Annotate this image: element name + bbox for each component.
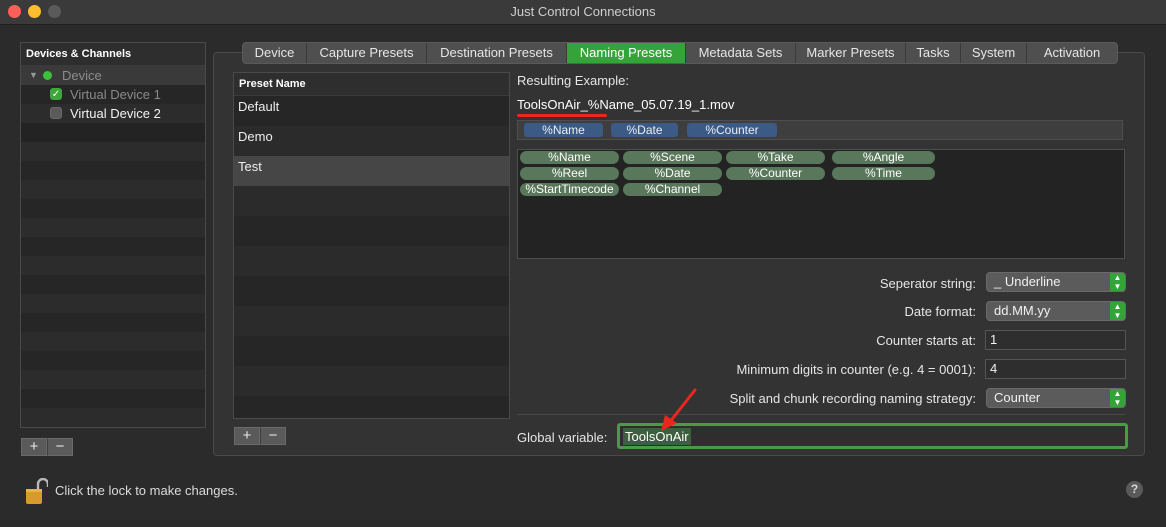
title-bar: Just Control Connections: [0, 0, 1166, 25]
token-angle[interactable]: %Angle: [832, 151, 935, 164]
token-channel[interactable]: %Channel: [623, 183, 722, 196]
tab-bar: Device Capture Presets Destination Prese…: [242, 42, 1118, 64]
separator-label: Seperator string:: [879, 276, 976, 291]
token-name[interactable]: %Name: [520, 151, 619, 164]
device-2-checkbox[interactable]: [50, 107, 62, 119]
global-variable-label: Global variable:: [517, 430, 608, 445]
token-counter[interactable]: %Counter: [687, 123, 777, 137]
token-start-timecode[interactable]: %StartTimecode: [520, 183, 619, 196]
preset-item-demo[interactable]: Demo: [234, 126, 509, 156]
device-add-remove: + −: [21, 438, 73, 456]
preset-name-header: Preset Name: [234, 73, 509, 96]
device-group-label: Device: [62, 68, 102, 83]
token-take[interactable]: %Take: [726, 151, 825, 164]
token-name[interactable]: %Name: [524, 123, 603, 137]
add-preset-button[interactable]: +: [234, 427, 260, 445]
split-strategy-label: Split and chunk recording naming strateg…: [729, 391, 976, 406]
chosen-tokens-field[interactable]: %Name %Date %Counter: [517, 120, 1123, 140]
disclosure-triangle-icon[interactable]: ▼: [29, 66, 38, 85]
tab-metadata-sets[interactable]: Metadata Sets: [686, 43, 796, 63]
device-group-row[interactable]: ▼ Device: [21, 66, 205, 85]
token-date[interactable]: %Date: [611, 123, 678, 137]
device-item-virtual-device-2[interactable]: Virtual Device 2: [21, 104, 205, 123]
tab-tasks[interactable]: Tasks: [906, 43, 961, 63]
tab-capture-presets[interactable]: Capture Presets: [307, 43, 427, 63]
separator-value: _ Underline: [994, 274, 1061, 289]
lock-message: Click the lock to make changes.: [55, 483, 238, 498]
devices-header: Devices & Channels: [21, 43, 205, 66]
preset-add-remove: + −: [234, 427, 286, 445]
split-strategy-select[interactable]: Counter ▲ ▼: [986, 388, 1126, 408]
counter-start-label: Counter starts at:: [876, 333, 976, 348]
token-counter[interactable]: %Counter: [726, 167, 825, 180]
preset-item-test[interactable]: Test: [234, 156, 509, 186]
preset-list: Preset Name Default Demo Test: [233, 72, 510, 419]
annotation-underline: [517, 114, 607, 117]
split-strategy-value: Counter: [994, 390, 1041, 405]
tab-activation[interactable]: Activation: [1027, 43, 1117, 63]
status-dot-icon: [43, 71, 52, 80]
device-item-label: Virtual Device 1: [70, 87, 161, 102]
separator-select[interactable]: _ Underline ▲ ▼: [986, 272, 1126, 292]
remove-device-button[interactable]: −: [47, 438, 73, 456]
date-format-label: Date format:: [904, 304, 976, 319]
select-stepper-icon: ▲ ▼: [1110, 302, 1125, 320]
divider: [517, 414, 1125, 415]
device-1-checkbox[interactable]: ✓: [50, 88, 62, 100]
resulting-example-label: Resulting Example:: [517, 73, 629, 88]
device-item-label: Virtual Device 2: [70, 106, 161, 121]
counter-start-field[interactable]: 1: [985, 330, 1126, 350]
select-stepper-icon: ▲ ▼: [1110, 273, 1125, 291]
resulting-example-value: ToolsOnAir_%Name_05.07.19_1.mov: [517, 97, 735, 112]
tab-naming-presets[interactable]: Naming Presets: [567, 43, 686, 63]
device-item-virtual-device-1[interactable]: ✓ Virtual Device 1: [21, 85, 205, 104]
token-time[interactable]: %Time: [832, 167, 935, 180]
preset-item-default[interactable]: Default: [234, 96, 509, 126]
tab-destination-presets[interactable]: Destination Presets: [427, 43, 567, 63]
date-format-value: dd.MM.yy: [994, 303, 1051, 318]
remove-preset-button[interactable]: −: [260, 427, 286, 445]
annotation-arrow-icon: [661, 388, 697, 431]
min-digits-field[interactable]: 4: [985, 359, 1126, 379]
min-digits-label: Minimum digits in counter (e.g. 4 = 0001…: [736, 362, 976, 377]
tab-device[interactable]: Device: [243, 43, 307, 63]
token-reel[interactable]: %Reel: [520, 167, 619, 180]
add-device-button[interactable]: +: [21, 438, 47, 456]
select-stepper-icon: ▲ ▼: [1110, 389, 1125, 407]
tab-marker-presets[interactable]: Marker Presets: [796, 43, 906, 63]
date-format-select[interactable]: dd.MM.yy ▲ ▼: [986, 301, 1126, 321]
window-title: Just Control Connections: [510, 4, 656, 19]
devices-channels-list: Devices & Channels ▼ Device ✓ Virtual De…: [20, 42, 206, 428]
help-button[interactable]: ?: [1126, 481, 1143, 498]
lock-icon[interactable]: [26, 478, 48, 504]
token-scene[interactable]: %Scene: [623, 151, 722, 164]
token-date[interactable]: %Date: [623, 167, 722, 180]
tab-system[interactable]: System: [961, 43, 1027, 63]
available-tokens-area: %Name %Scene %Take %Angle %Reel %Date %C…: [517, 149, 1125, 259]
